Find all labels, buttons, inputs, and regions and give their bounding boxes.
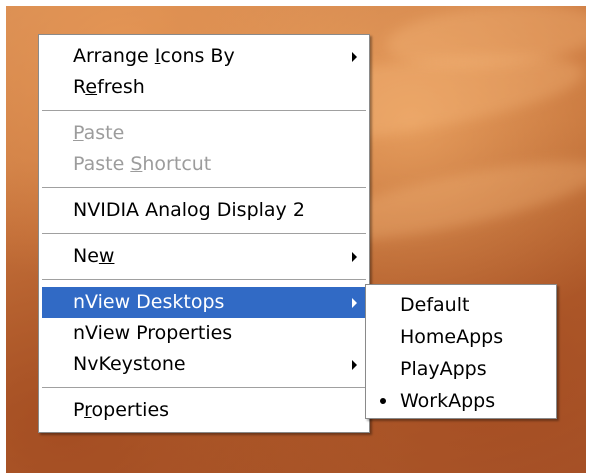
menu-item-label: nView Properties [73, 322, 233, 344]
menu-item-label: nView Desktops [73, 291, 225, 313]
submenu-item-label: Default [400, 294, 470, 316]
menu-item-label: New [73, 245, 115, 267]
menu-separator [42, 187, 366, 188]
menu-item-label: Paste [73, 122, 125, 144]
menu-item-refresh[interactable]: Refresh [39, 72, 369, 103]
menu-item-new[interactable]: New [39, 241, 369, 272]
submenu-arrow-icon [352, 297, 357, 308]
menu-item-properties[interactable]: Properties [39, 395, 369, 426]
menu-item-label: Paste Shortcut [73, 153, 212, 175]
submenu-item-default[interactable]: Default [366, 289, 556, 321]
radio-bullet-icon [380, 398, 386, 404]
menu-separator [42, 279, 366, 280]
submenu-item-label: WorkApps [400, 390, 496, 412]
menu-item-nvidia-analog-display[interactable]: NVIDIA Analog Display 2 [39, 195, 369, 226]
menu-item-paste-shortcut: Paste Shortcut [39, 149, 369, 180]
submenu-item-playapps[interactable]: PlayApps [366, 353, 556, 385]
menu-separator [42, 387, 366, 388]
menu-item-nview-desktops[interactable]: nView Desktops [42, 287, 366, 318]
nview-desktops-submenu: Default HomeApps PlayApps WorkApps [365, 284, 557, 419]
menu-item-label: Properties [73, 399, 170, 421]
submenu-item-label: HomeApps [400, 326, 504, 348]
submenu-arrow-icon [352, 251, 357, 262]
submenu-item-homeapps[interactable]: HomeApps [366, 321, 556, 353]
menu-separator [42, 233, 366, 234]
desktop-context-menu: Arrange Icons By Refresh Paste Paste Sho… [38, 34, 370, 433]
menu-item-label: Arrange Icons By [73, 45, 235, 67]
submenu-item-label: PlayApps [400, 358, 487, 380]
menu-item-label: NvKeystone [73, 353, 186, 375]
submenu-arrow-icon [352, 51, 357, 62]
menu-item-label: Refresh [73, 76, 145, 98]
menu-separator [42, 110, 366, 111]
menu-item-paste: Paste [39, 118, 369, 149]
menu-item-arrange-icons-by[interactable]: Arrange Icons By [39, 41, 369, 72]
submenu-arrow-icon [352, 359, 357, 370]
submenu-item-workapps[interactable]: WorkApps [366, 385, 556, 417]
menu-item-nview-properties[interactable]: nView Properties [39, 318, 369, 349]
menu-item-nvkeystone[interactable]: NvKeystone [39, 349, 369, 380]
menu-item-label: NVIDIA Analog Display 2 [73, 199, 305, 221]
